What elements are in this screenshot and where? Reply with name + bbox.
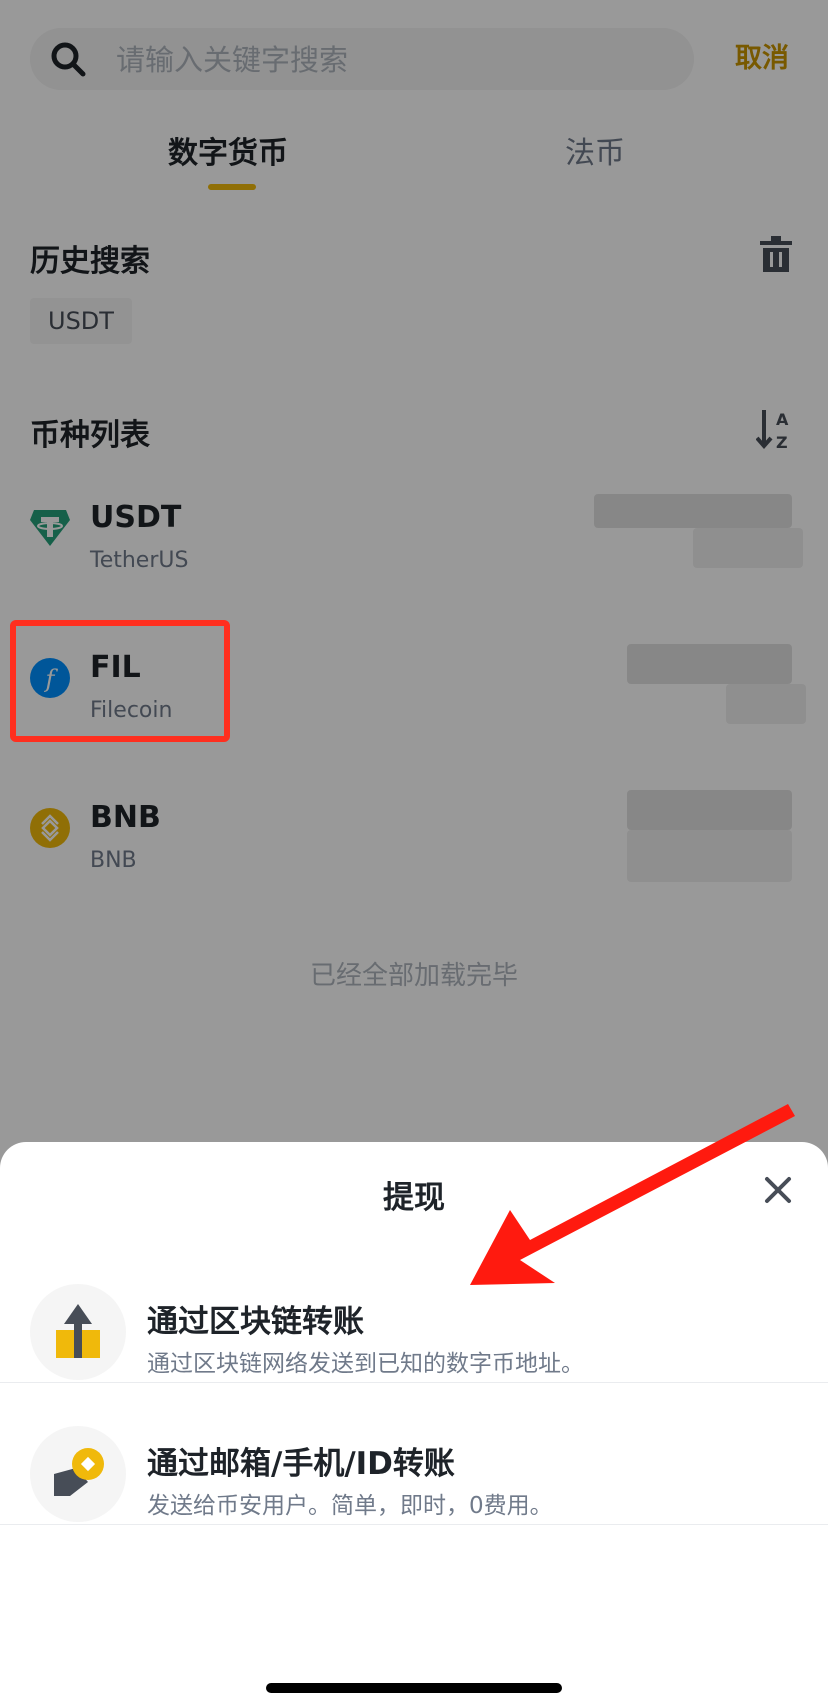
close-icon[interactable] — [762, 1174, 794, 1206]
option-desc: 通过区块链网络发送到已知的数字币地址。 — [147, 1351, 584, 1377]
withdraw-sheet: 提现 通过区块链转账 通过区块链网络发送到已知的数字币地址。 通过邮箱/手机/I… — [0, 1142, 828, 1707]
option-title: 通过邮箱/手机/ID转账 — [147, 1446, 455, 1482]
option-desc: 发送给币安用户。简单，即时，0费用。 — [147, 1493, 553, 1519]
upload-icon — [30, 1284, 126, 1380]
divider — [0, 1524, 828, 1525]
option-title: 通过区块链转账 — [147, 1304, 364, 1340]
divider — [0, 1382, 828, 1383]
annotation-highlight-box — [10, 620, 230, 742]
sheet-title: 提现 — [383, 1180, 445, 1216]
option-blockchain-transfer[interactable]: 通过区块链转账 通过区块链网络发送到已知的数字币地址。 — [0, 1262, 828, 1402]
home-indicator — [266, 1683, 562, 1693]
option-internal-transfer[interactable]: 通过邮箱/手机/ID转账 发送给币安用户。简单，即时，0费用。 — [0, 1404, 828, 1544]
pay-icon — [30, 1426, 126, 1522]
